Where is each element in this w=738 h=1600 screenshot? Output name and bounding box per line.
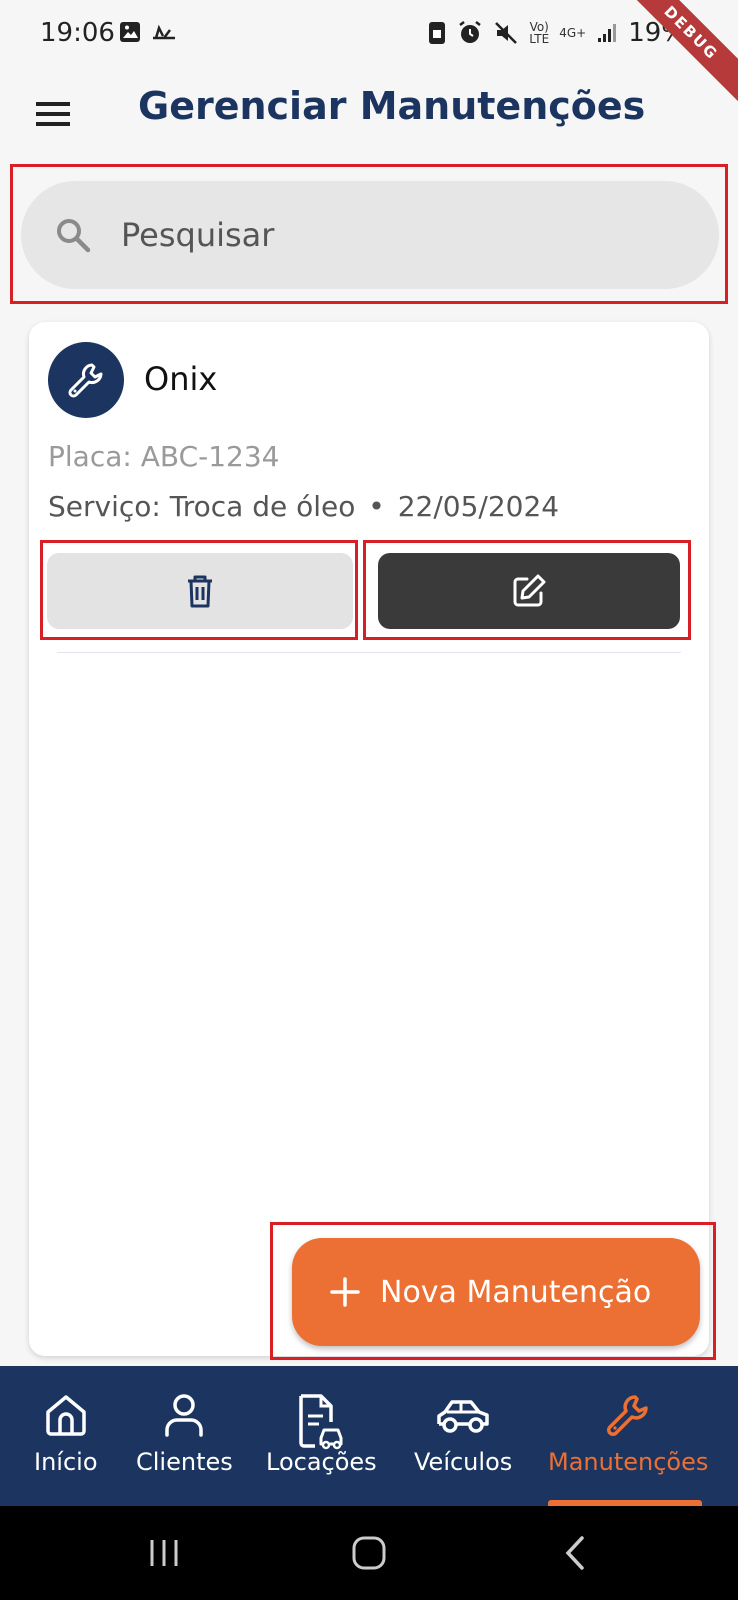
- save-icon: [429, 22, 446, 44]
- page-title: Gerenciar Manutenções: [138, 84, 646, 128]
- search-highlight: [10, 164, 728, 304]
- network-label: 4G+: [559, 26, 587, 40]
- search-icon: [57, 219, 91, 253]
- new-maintenance-button[interactable]: Nova Manutenção: [292, 1238, 700, 1346]
- system-nav-bar: [0, 1506, 738, 1600]
- nav-label-inicio: Início: [34, 1448, 98, 1476]
- nav-label-manutencoes: Manutenções: [548, 1448, 709, 1476]
- home-button-icon[interactable]: [350, 1534, 388, 1572]
- menu-icon[interactable]: [34, 94, 74, 134]
- nav-item-manutencoes[interactable]: Manutenções: [548, 1392, 708, 1476]
- service-text: Serviço: Troca de óleo: [48, 490, 356, 523]
- nav-label-clientes: Clientes: [136, 1448, 233, 1476]
- recent-apps-icon[interactable]: [146, 1536, 182, 1570]
- mute-icon: [495, 22, 518, 44]
- status-right: Vo) LTE 4G+ 19%: [427, 18, 686, 48]
- home-icon: [46, 1395, 86, 1436]
- nav-item-inicio[interactable]: Início: [34, 1392, 98, 1476]
- alarm-icon: [459, 21, 481, 43]
- card-divider: [57, 652, 681, 653]
- edit-button[interactable]: [378, 553, 680, 629]
- maintenance-card: Onix Placa: ABC-1234 Serviço: Troca de ó…: [29, 322, 709, 1356]
- back-icon[interactable]: [560, 1534, 590, 1572]
- volte-label: Vo) LTE: [529, 20, 550, 46]
- plate-text: Placa: ABC-1234: [48, 440, 280, 473]
- plus-icon: [330, 1277, 360, 1307]
- delete-button[interactable]: [47, 553, 353, 629]
- service-date: 22/05/2024: [397, 490, 560, 523]
- status-left-icons: [118, 20, 178, 44]
- vehicle-name: Onix: [144, 360, 218, 398]
- wrench-icon: [68, 363, 103, 398]
- status-time: 19:06: [40, 18, 115, 48]
- image-icon: [120, 22, 140, 42]
- nav-item-veiculos[interactable]: Veículos: [414, 1392, 512, 1476]
- nav-label-locacoes: Locações: [266, 1448, 377, 1476]
- person-icon: [165, 1394, 204, 1437]
- wrench-icon: [607, 1395, 648, 1436]
- edit-icon: [513, 574, 546, 607]
- nav-label-veiculos: Veículos: [414, 1448, 513, 1476]
- car-icon: [437, 1400, 489, 1433]
- nav-item-locacoes[interactable]: Locações: [266, 1392, 377, 1476]
- trash-icon: [188, 575, 212, 608]
- plane-icon: [153, 24, 175, 40]
- service-line: Serviço: Troca de óleo • 22/05/2024: [48, 490, 559, 523]
- app-bar: Gerenciar Manutenções: [0, 72, 738, 162]
- nav-item-clientes[interactable]: Clientes: [136, 1392, 233, 1476]
- status-bar: 19:06 Vo) LTE 4G+ 19% DEBUG: [0, 0, 738, 111]
- rental-icon: [299, 1394, 343, 1450]
- signal-icon: [598, 24, 617, 42]
- search-input[interactable]: [121, 205, 681, 265]
- bottom-nav: Início Clientes Locações Veículos Manute…: [0, 1366, 738, 1506]
- avatar: [48, 342, 124, 418]
- separator: •: [368, 490, 385, 523]
- fab-label: Nova Manutenção: [380, 1274, 652, 1310]
- search-bar[interactable]: [21, 181, 719, 289]
